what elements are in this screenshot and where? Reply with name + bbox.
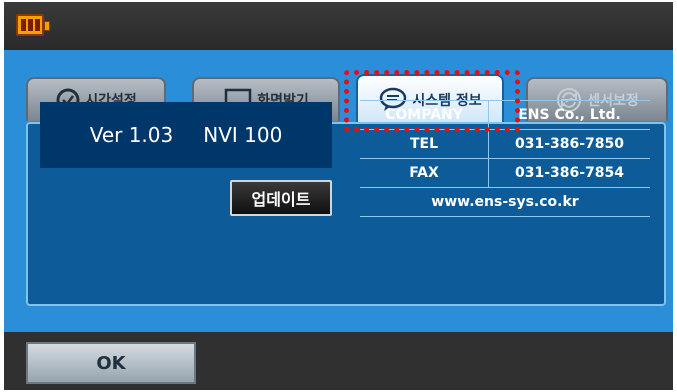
bottom-bar: OK: [4, 332, 673, 390]
version-display: Ver 1.03 NVI 100: [40, 102, 332, 168]
model-text: NVI 100: [203, 123, 283, 147]
version-text: Ver 1.03: [89, 123, 174, 147]
table-row: TEL 031-386-7850: [360, 129, 650, 159]
fax-value: 031-386-7854: [488, 158, 650, 188]
battery-icon: [16, 14, 50, 36]
table-row: FAX 031-386-7854: [360, 158, 650, 188]
company-value: ENS Co., Ltd.: [488, 100, 650, 130]
update-button[interactable]: 업데이트: [230, 180, 332, 216]
ok-button[interactable]: OK: [26, 342, 196, 384]
company-info-table: COMPANY ENS Co., Ltd. TEL 031-386-7850 F…: [360, 100, 650, 217]
tel-value: 031-386-7850: [488, 129, 650, 159]
table-row: www.ens-sys.co.kr: [360, 187, 650, 217]
fax-key: FAX: [360, 158, 489, 188]
company-key: COMPANY: [360, 100, 489, 130]
update-label: 업데이트: [251, 190, 311, 209]
website-text: www.ens-sys.co.kr: [360, 187, 650, 217]
status-bar: [4, 2, 673, 50]
table-row: COMPANY ENS Co., Ltd.: [360, 100, 650, 130]
ok-label: OK: [96, 352, 126, 374]
tel-key: TEL: [360, 129, 489, 159]
device-screen: 시간설정 화면밝기 시스템 정보 센서보정 Ver 1.03 NVI 100 업…: [4, 2, 673, 390]
